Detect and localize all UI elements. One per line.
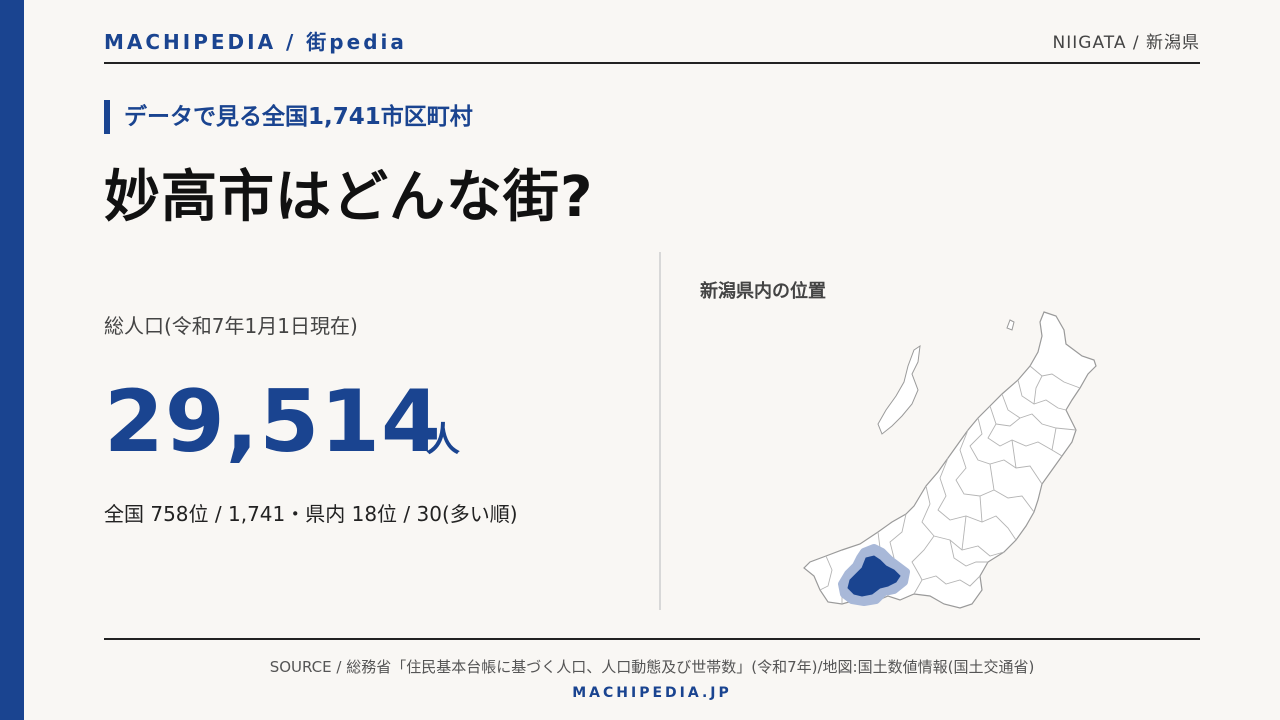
header: MACHIPEDIA / 街pedia NIIGATA / 新潟県	[104, 24, 1200, 64]
kicker-heading: データで見る全国1,741市区町村	[104, 100, 473, 134]
prefecture-map	[803, 311, 1097, 609]
footer-divider	[104, 638, 1200, 640]
source-note: SOURCE / 総務省「住民基本台帳に基づく人口、人口動態及び世帯数」(令和7…	[269, 658, 1035, 676]
population-unit: 人	[426, 420, 460, 460]
population-label: 総人口(令和7年1月1日現在)	[104, 314, 358, 338]
footer-brand-link[interactable]: MACHIPEDIA.JP	[104, 685, 1200, 701]
page-title: 妙高市はどんな街?	[104, 165, 594, 230]
prefecture-label: NIIGATA / 新潟県	[1052, 33, 1200, 53]
sado-island	[877, 344, 921, 435]
population-rank: 全国 758位 / 1,741・県内 18位 / 30(多い順)	[104, 502, 518, 526]
brand-logo[interactable]: MACHIPEDIA / 街pedia	[104, 26, 407, 55]
vertical-divider	[659, 252, 661, 610]
awashima-island	[1006, 319, 1015, 331]
accent-side-bar	[0, 0, 24, 720]
mainland-outline	[803, 311, 1097, 609]
population-value: 29,514	[104, 372, 442, 472]
